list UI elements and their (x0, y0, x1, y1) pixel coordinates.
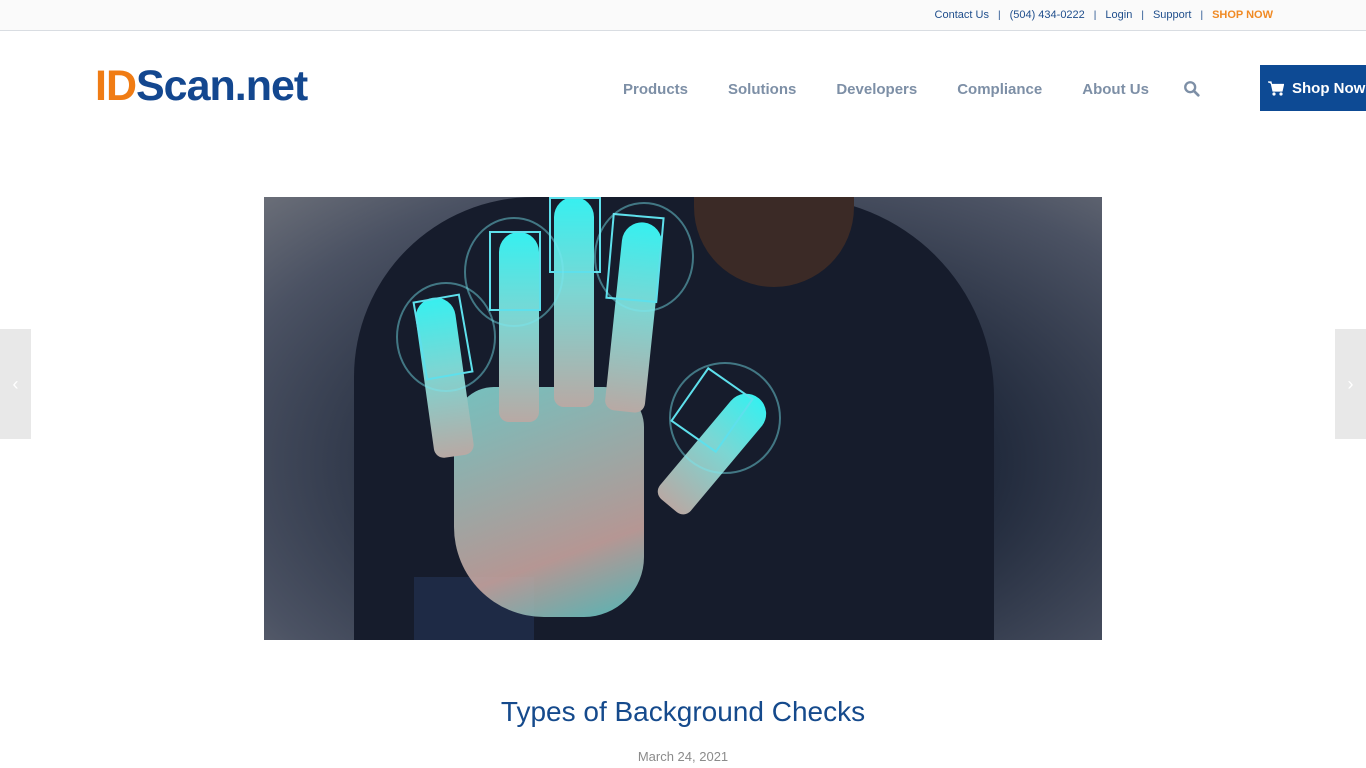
separator: | (1093, 9, 1097, 21)
chevron-right-icon: › (1347, 373, 1354, 394)
search-icon[interactable] (1183, 80, 1201, 98)
shop-now-button[interactable]: Shop Now (1260, 65, 1366, 111)
post-date: March 24, 2021 (637, 749, 729, 764)
logo-id: ID (95, 61, 137, 110)
main-nav: Products Solutions Developers Compliance… (623, 80, 1201, 98)
scan-ring (594, 202, 694, 312)
separator: | (1200, 9, 1204, 21)
cart-icon (1268, 80, 1284, 96)
image-palm (454, 387, 644, 617)
logo-scan-net: Scan.net (136, 61, 308, 110)
support-link[interactable]: Support (1153, 9, 1192, 21)
shop-now-link[interactable]: SHOP NOW (1212, 9, 1273, 21)
post-title: Types of Background Checks (500, 696, 866, 727)
scan-ring (669, 362, 781, 474)
nav-about-us[interactable]: About Us (1082, 81, 1149, 98)
main-header: ID Scan.net Products Solutions Developers… (0, 31, 1366, 151)
phone-link[interactable]: (504) 434-0222 (1010, 9, 1085, 21)
contact-us-link[interactable]: Contact Us (935, 9, 989, 21)
nav-compliance[interactable]: Compliance (957, 81, 1042, 98)
nav-products[interactable]: Products (623, 81, 688, 98)
featured-image (264, 197, 1102, 640)
top-utility-bar: Contact Us | (504) 434-0222 | Login | Su… (0, 0, 1366, 31)
chevron-left-icon: ‹ (12, 373, 19, 394)
utility-links: Contact Us | (504) 434-0222 | Login | Su… (935, 0, 1273, 30)
scan-ring (464, 217, 564, 327)
previous-post-button[interactable]: ‹ (0, 329, 31, 439)
shop-now-label: Shop Now (1292, 79, 1366, 97)
site-logo[interactable]: ID Scan.net (95, 61, 308, 110)
separator: | (1141, 9, 1144, 21)
next-post-button[interactable]: › (1335, 329, 1366, 439)
login-link[interactable]: Login (1105, 9, 1132, 21)
nav-developers[interactable]: Developers (836, 81, 917, 98)
nav-solutions[interactable]: Solutions (728, 81, 796, 98)
separator: | (997, 9, 1001, 21)
